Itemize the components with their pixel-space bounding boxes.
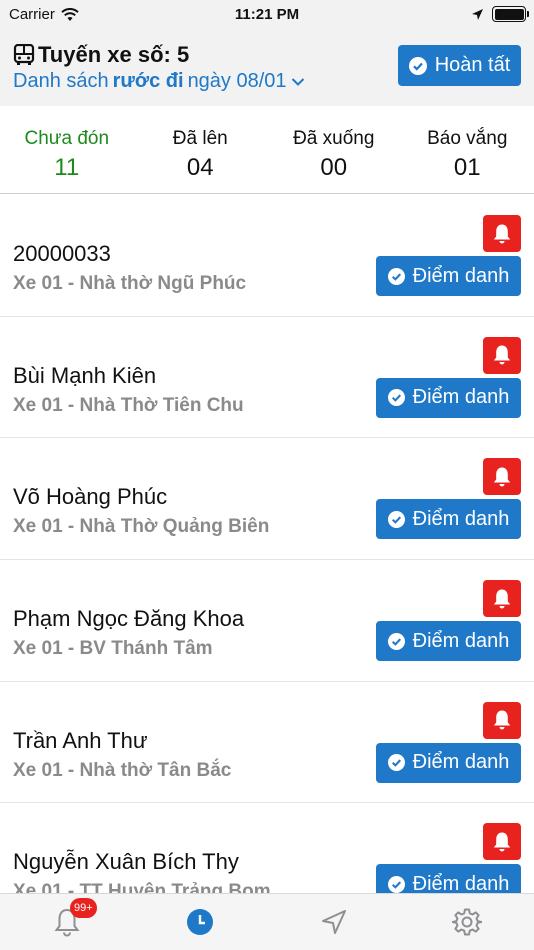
- student-stop: Xe 01 - Nhà thờ Ngũ Phúc: [13, 273, 247, 294]
- tab-count: 11: [54, 154, 80, 181]
- tab-navigation[interactable]: [267, 894, 401, 950]
- subtitle-prefix: Danh sách: [13, 70, 109, 92]
- check-circle-icon: [387, 267, 405, 285]
- bell-icon: [493, 832, 511, 852]
- student-name: Bùi Mạnh Kiên: [13, 362, 157, 388]
- checkin-button[interactable]: Điểm danh: [376, 256, 521, 296]
- tab-settings[interactable]: [401, 894, 534, 950]
- chevron-down-icon: [291, 77, 304, 86]
- gear-icon: [452, 908, 483, 936]
- tab-absent[interactable]: Báo vắng 01: [401, 106, 534, 193]
- checkin-button[interactable]: Điểm danh: [376, 621, 521, 662]
- tab-notifications[interactable]: 99+: [0, 894, 134, 950]
- student-stop: Xe 01 - BV Thánh Tâm: [13, 638, 213, 660]
- checkin-label: Điểm danh: [412, 507, 510, 530]
- checkin-button[interactable]: Điểm danh: [376, 377, 521, 418]
- bell-icon: [493, 224, 511, 243]
- status-tabs: Chưa đón 11 Đã lên 04 Đã xuống 00 Báo vắ…: [0, 106, 534, 194]
- student-name: 20000033: [13, 241, 111, 266]
- clock-icon: [187, 909, 214, 935]
- bell-icon: [493, 467, 511, 487]
- tab-schedule[interactable]: [134, 894, 268, 950]
- student-row[interactable]: Phạm Ngọc Đăng Khoa Xe 01 - BV Thánh Tâm Đ…: [0, 560, 534, 682]
- check-circle-icon: [387, 510, 405, 528]
- student-name: Võ Hoàng Phúc: [13, 484, 168, 510]
- route-title: Tuyến xe số: 5: [13, 42, 189, 68]
- bottom-tab-bar: 99+: [0, 893, 534, 950]
- done-button[interactable]: Hoàn tất: [398, 45, 521, 86]
- subtitle-date: ngày 08/01: [187, 70, 287, 92]
- route-title-text: Tuyến xe số: 5: [38, 42, 190, 67]
- battery-icon: [492, 6, 529, 22]
- student-name: Trần Anh Thư: [13, 727, 148, 753]
- alert-button[interactable]: [483, 458, 521, 496]
- checkin-label: Điểm danh: [412, 629, 510, 652]
- bus-icon: [13, 44, 35, 65]
- bell-icon: [493, 710, 511, 730]
- checkin-label: Điểm danh: [412, 751, 510, 774]
- check-circle-icon: [387, 754, 405, 772]
- tab-not-picked-up[interactable]: Chưa đón 11: [0, 106, 134, 193]
- clock: 11:21 PM: [234, 6, 300, 23]
- tab-dropped-off[interactable]: Đã xuống 00: [267, 106, 401, 193]
- tab-count: 04: [186, 154, 214, 181]
- checkin-button[interactable]: Điểm danh: [376, 742, 521, 783]
- status-bar: Carrier 11:21 PM: [0, 0, 534, 30]
- tab-label: Báo vắng: [427, 128, 508, 149]
- alert-button[interactable]: [483, 823, 521, 861]
- notification-badge: 99+: [70, 898, 97, 918]
- student-stop: Xe 01 - Nhà thờ Tân Bắc: [13, 759, 232, 781]
- check-circle-icon: [387, 632, 405, 650]
- checkin-label: Điểm danh: [412, 872, 510, 893]
- location-arrow-icon: [472, 8, 483, 20]
- student-row[interactable]: Trần Anh Thư Xe 01 - Nhà thờ Tân Bắc Điểm …: [0, 682, 534, 804]
- checkin-label: Điểm danh: [412, 264, 510, 287]
- checkin-button[interactable]: Điểm danh: [376, 864, 521, 893]
- student-list[interactable]: 20000033 Xe 01 - Nhà thờ Ngũ Phúc Điểm dan…: [0, 195, 534, 893]
- check-circle-icon: [408, 56, 427, 75]
- check-circle-icon: [387, 875, 405, 893]
- checkin-label: Điểm danh: [412, 386, 510, 409]
- student-row[interactable]: Võ Hoàng Phúc Xe 01 - Nhà Thờ Quảng Biên Đ…: [0, 438, 534, 561]
- checkin-button[interactable]: Điểm danh: [376, 499, 521, 540]
- tab-label: Đã lên: [172, 128, 228, 149]
- subtitle-mode: rước đi: [112, 70, 184, 92]
- student-name: Nguyễn Xuân Bích Thy: [13, 849, 239, 875]
- done-label: Hoàn tất: [434, 54, 511, 76]
- student-row[interactable]: Nguyễn Xuân Bích Thy Xe 01 - TT Huyện Trả…: [0, 803, 534, 893]
- alert-button[interactable]: [483, 336, 521, 374]
- student-stop: Xe 01 - Nhà Thờ Tiên Chu: [13, 394, 244, 416]
- student-stop: Xe 01 - Nhà Thờ Quảng Biên: [13, 516, 270, 538]
- check-circle-icon: [387, 389, 405, 407]
- tab-count: 01: [453, 154, 481, 181]
- route-header: Tuyến xe số: 5 Danh sách rước đi ngày 08…: [0, 30, 534, 106]
- bell-icon: [493, 589, 511, 609]
- bell-icon: [493, 345, 511, 365]
- tab-boarded[interactable]: Đã lên 04: [134, 106, 268, 193]
- date-selector[interactable]: Danh sách rước đi ngày 08/01: [13, 70, 305, 93]
- student-name: Phạm Ngọc Đăng Khoa: [13, 606, 245, 632]
- student-stop: Xe 01 - TT Huyện Trảng Bom: [13, 881, 271, 893]
- student-row[interactable]: Bùi Mạnh Kiên Xe 01 - Nhà Thờ Tiên Chu Điể…: [0, 317, 534, 439]
- alert-button[interactable]: [483, 215, 521, 252]
- navigation-arrow-icon: [321, 910, 346, 934]
- student-row[interactable]: 20000033 Xe 01 - Nhà thờ Ngũ Phúc Điểm dan…: [0, 195, 534, 317]
- status-right: [471, 6, 529, 22]
- alert-button[interactable]: [483, 701, 521, 739]
- alert-button[interactable]: [483, 580, 521, 618]
- tab-label: Chưa đón: [24, 128, 110, 149]
- tab-count: 00: [320, 154, 348, 181]
- tab-label: Đã xuống: [293, 128, 375, 149]
